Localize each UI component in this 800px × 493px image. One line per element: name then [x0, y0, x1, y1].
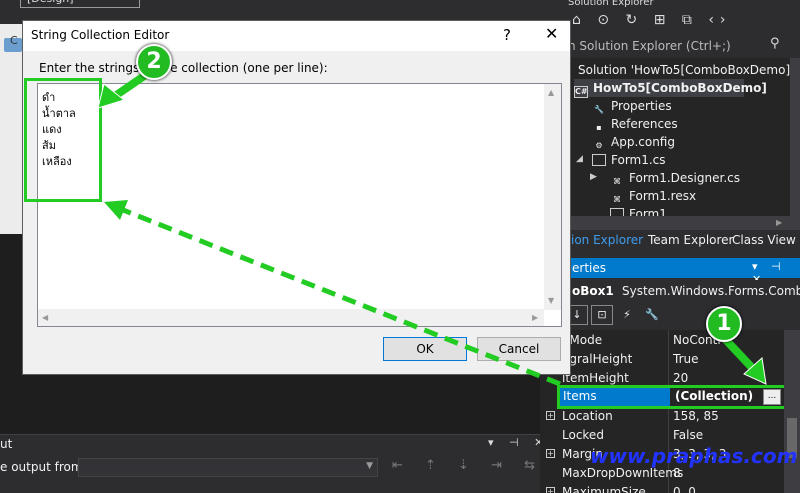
tab-class-view[interactable]: Class View: [732, 233, 796, 247]
property-name: egralHeight: [562, 352, 633, 366]
events-icon[interactable]: ⚡: [616, 305, 638, 325]
property-name: Location: [562, 409, 613, 423]
property-row[interactable]: + MaximumSize 0, 0: [544, 483, 784, 493]
search-icon[interactable]: ⚲: [770, 36, 780, 51]
csharp-project-icon: C#: [574, 86, 588, 98]
property-value[interactable]: False: [673, 428, 703, 442]
tree-expand-icon[interactable]: ▶: [590, 172, 597, 182]
tree-item-label: Form1.resx: [629, 189, 697, 203]
tree-item-label: Form1: [629, 207, 667, 216]
properties-toolbar: ↓ ⊡ ⚡ 🔧: [566, 305, 666, 327]
tab-team-explorer[interactable]: Team Explorer: [648, 233, 734, 247]
form-caption-fragment: C: [10, 34, 18, 47]
property-value[interactable]: 0, 0: [673, 485, 696, 493]
output-source-select[interactable]: ▼: [78, 458, 378, 477]
tree-item-label: Properties: [611, 99, 672, 113]
solution-explorer-search-input[interactable]: h Solution Explorer (Ctrl+;): [568, 39, 731, 53]
designer-surface: [0, 24, 22, 234]
property-value[interactable]: (Collection): [675, 389, 753, 403]
properties-title: erties: [572, 261, 606, 275]
output-from-label: e output from:: [0, 460, 87, 474]
property-pages-icon[interactable]: 🔧: [641, 305, 663, 325]
properties-object-name: oBox1: [572, 284, 614, 298]
step-badge-1: 1: [706, 306, 742, 342]
dialog-title: String Collection Editor: [31, 28, 170, 42]
tree-item-label: Solution 'HowTo5[ComboBoxDemo]' (1: [578, 63, 800, 77]
dialog-prompt: Enter the strings in the collection (one…: [39, 61, 328, 75]
strings-textarea[interactable]: ดำ น้ำตาล แดง ส้ม เหลือง ▲ ▼ ◀ ▶: [37, 83, 562, 327]
property-name: Items: [563, 389, 597, 403]
tree-item-form1-resx[interactable]: ⌘ Form1.resx: [610, 187, 696, 205]
textarea-hscrollbar[interactable]: ◀ ▶: [38, 309, 544, 326]
property-value[interactable]: True: [673, 352, 699, 366]
expand-icon[interactable]: +: [546, 449, 555, 458]
tree-item-solution[interactable]: Solution 'HowTo5[ComboBoxDemo]' (1: [578, 61, 800, 79]
property-value[interactable]: 8: [673, 466, 681, 480]
tree-item-label: HowTo5[ComboBoxDemo]: [593, 81, 767, 95]
form-icon: [592, 154, 606, 166]
property-name: MaximumSize: [562, 485, 646, 493]
output-panel-header: [0, 434, 540, 454]
property-row-items[interactable]: Items (Collection) ...: [557, 385, 788, 409]
scroll-up-icon[interactable]: ▲: [548, 88, 554, 97]
step-badge-2: 2: [136, 44, 172, 80]
solution-tree-hscrollbar[interactable]: ◀ ▶: [540, 216, 790, 230]
solution-tree-vscrollbar[interactable]: [790, 58, 800, 230]
property-value[interactable]: 158, 85: [673, 409, 719, 423]
output-panel-title: ut: [0, 437, 13, 451]
property-name: itemHeight: [562, 371, 629, 385]
string-collection-editor-dialog: String Collection Editor ? ✕ Enter the s…: [22, 20, 571, 375]
properties-view-icon[interactable]: ⊡: [591, 305, 613, 325]
close-icon[interactable]: ✕: [545, 24, 558, 43]
expand-icon[interactable]: +: [546, 487, 555, 493]
tree-item-label: Form1.Designer.cs: [629, 171, 740, 185]
help-icon[interactable]: ?: [503, 26, 511, 44]
collection-editor-button[interactable]: ...: [763, 389, 781, 405]
textarea-vscrollbar[interactable]: ▲ ▼: [544, 84, 561, 310]
scroll-left-icon[interactable]: ◀: [42, 313, 48, 322]
property-name: MaxDropDownItems: [562, 466, 684, 480]
tab-solution-explorer[interactable]: ion Explorer: [571, 233, 643, 247]
tree-item-app-config[interactable]: ⚙ App.config: [592, 133, 675, 151]
tree-item-form1-cs[interactable]: Form1.cs: [592, 151, 666, 169]
tree-item-form1[interactable]: Form1: [610, 205, 667, 216]
property-row[interactable]: Locked False: [544, 426, 784, 445]
expand-icon[interactable]: +: [546, 411, 555, 420]
property-row[interactable]: egralHeight True: [544, 350, 784, 369]
properties-vscrollbar[interactable]: [784, 330, 800, 493]
solution-explorer-tool-icons[interactable]: ⌂ ⊙ ↻ ⊞ ⧉ ‹›: [572, 12, 732, 28]
watermark: www.praphas.com: [590, 444, 798, 468]
form-icon: [610, 208, 624, 216]
property-name: Locked: [562, 428, 604, 442]
scroll-right-icon[interactable]: ▶: [776, 216, 782, 230]
tree-collapse-icon[interactable]: ◢: [576, 154, 583, 164]
tree-item-form1-designer[interactable]: ⌘ Form1.Designer.cs: [610, 169, 740, 187]
chevron-down-icon: ▼: [366, 461, 373, 471]
designer-tab[interactable]: [Design]: [20, 0, 140, 8]
output-tool-icons[interactable]: ⇤ ⇡ ⇣ ⇥ ⇆: [392, 458, 544, 473]
property-row[interactable]: eMode NoControl: [544, 331, 784, 350]
tree-item-properties[interactable]: 🔧 Properties: [592, 97, 672, 115]
scroll-down-icon[interactable]: ▼: [548, 296, 554, 305]
tree-item-references[interactable]: ▪ References: [592, 115, 678, 133]
tree-item-label: App.config: [611, 135, 675, 149]
properties-object-type: System.Windows.Forms.Comb: [622, 284, 800, 298]
tree-item-label: References: [611, 117, 678, 131]
tree-item-project[interactable]: C# HowTo5[ComboBoxDemo]: [574, 79, 767, 98]
tree-item-label: Form1.cs: [611, 153, 666, 167]
cancel-button[interactable]: Cancel: [477, 337, 561, 361]
ok-button[interactable]: OK: [383, 337, 467, 361]
solution-explorer-title: Solution Explorer: [568, 0, 654, 8]
property-value[interactable]: 20: [673, 371, 688, 385]
property-row[interactable]: + Location 158, 85: [544, 407, 784, 426]
dialog-titlebar: String Collection Editor ? ✕: [23, 21, 570, 51]
annotation-highlight-textarea: [24, 78, 102, 202]
scroll-right-icon[interactable]: ▶: [532, 313, 538, 322]
